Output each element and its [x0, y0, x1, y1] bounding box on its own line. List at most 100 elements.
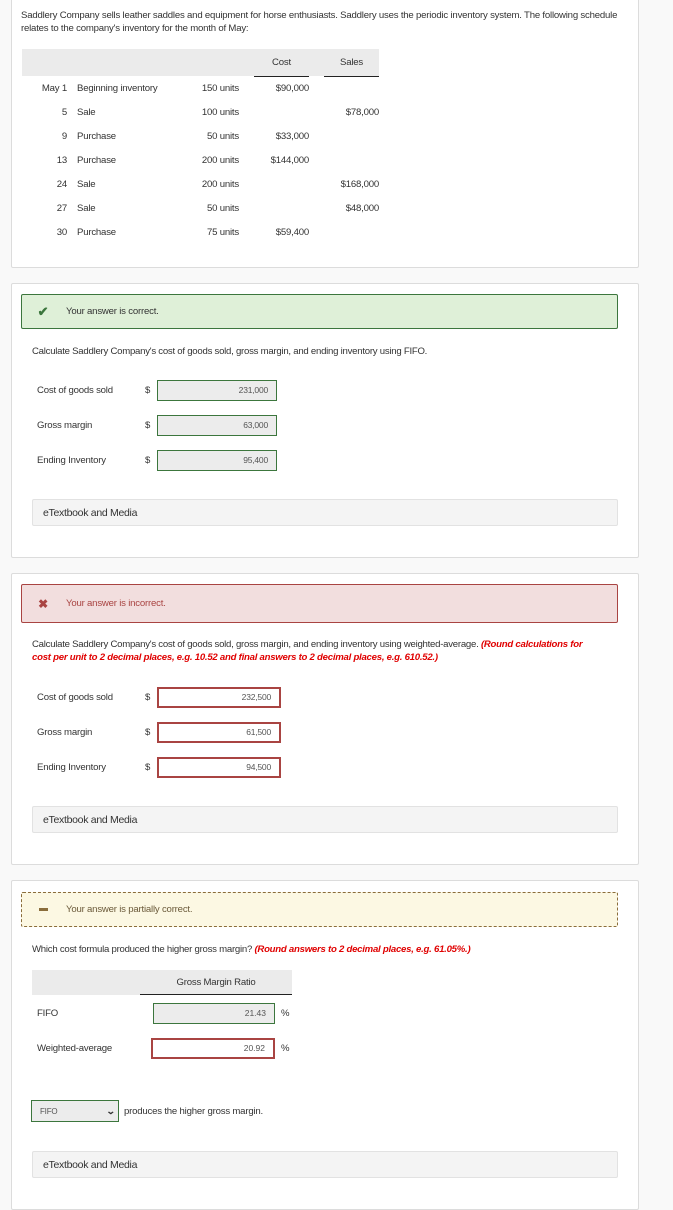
status-banner-correct: ✔ Your answer is correct.: [21, 294, 618, 329]
gross-margin-question: Which cost formula produced the higher g…: [32, 944, 471, 955]
schedule-row: May 1 Beginning inventory 150 units $90,…: [22, 76, 379, 100]
row-units: 150 units: [201, 82, 239, 94]
row-date: 24: [56, 178, 67, 190]
currency-symbol: $: [145, 726, 151, 738]
field-label: Cost of goods sold: [37, 384, 113, 396]
row-date: 13: [56, 154, 67, 166]
schedule-row: 5 Sale 100 units $78,000: [22, 100, 379, 124]
fifo-ending-inventory-row: Ending Inventory $: [37, 449, 277, 471]
row-desc: Purchase: [77, 130, 116, 142]
header-gross-margin-ratio: Gross Margin Ratio: [140, 970, 292, 995]
currency-symbol: $: [145, 454, 151, 466]
fifo-gross-margin-row: Gross margin $: [37, 414, 277, 436]
row-date: 30: [56, 226, 67, 238]
row-desc: Beginning inventory: [77, 82, 158, 94]
row-desc: Purchase: [77, 226, 116, 238]
row-sales: $78,000: [345, 106, 379, 118]
fifo-cogs-row: Cost of goods sold $: [37, 379, 277, 401]
row-cost: $144,000: [270, 154, 310, 166]
chevron-down-icon: ⌄: [105, 1105, 116, 1116]
currency-symbol: $: [145, 761, 151, 773]
wavg-gross-margin-input[interactable]: [157, 721, 281, 743]
cost-formula-select[interactable]: FIFO ⌄: [31, 1100, 119, 1122]
header-sales: Sales: [324, 49, 379, 77]
schedule-row: 27 Sale 50 units $48,000: [22, 196, 379, 220]
row-cost: [254, 196, 309, 220]
header-cost: Cost: [254, 49, 309, 77]
status-text: Your answer is correct.: [66, 306, 159, 317]
ratio-label: Weighted-average: [37, 1042, 113, 1054]
etextbook-media-button[interactable]: eTextbook and Media: [32, 1151, 618, 1178]
row-sales: [324, 148, 379, 172]
minus-icon: [34, 908, 52, 911]
row-date: 27: [56, 202, 67, 214]
wavg-cogs-row: Cost of goods sold $: [37, 686, 281, 708]
status-banner-partial: Your answer is partially correct.: [21, 892, 618, 927]
x-icon: ✖: [38, 596, 48, 611]
fifo-ending-inventory-input[interactable]: [157, 449, 277, 471]
field-label: Gross margin: [37, 726, 93, 738]
field-label: Ending Inventory: [37, 761, 106, 773]
row-desc: Purchase: [77, 154, 116, 166]
schedule-row: 13 Purchase 200 units $144,000: [22, 148, 379, 172]
inventory-schedule-table: Cost Sales May 1 Beginning inventory 150…: [22, 49, 379, 244]
row-cost: [254, 172, 309, 196]
fifo-cogs-input[interactable]: [157, 379, 277, 401]
fifo-gross-margin-input[interactable]: [157, 414, 277, 436]
field-label: Gross margin: [37, 419, 93, 431]
currency-symbol: $: [145, 419, 151, 431]
row-sales: [324, 76, 379, 100]
fifo-ratio-input[interactable]: [153, 1002, 275, 1024]
row-desc: Sale: [77, 178, 96, 190]
schedule-row: 30 Purchase 75 units $59,400: [22, 220, 379, 244]
check-icon: ✔: [37, 303, 49, 319]
currency-symbol: $: [145, 691, 151, 703]
schedule-row: 24 Sale 200 units $168,000: [22, 172, 379, 196]
row-units: 200 units: [201, 154, 239, 166]
weighted-average-ratio-input[interactable]: [151, 1037, 275, 1059]
row-desc: Sale: [77, 106, 96, 118]
percent-sign: %: [281, 1042, 290, 1054]
etextbook-media-button[interactable]: eTextbook and Media: [32, 499, 618, 526]
rounding-hint: (Round answers to 2 decimal places, e.g.…: [254, 944, 471, 955]
wavg-ending-inventory-input[interactable]: [157, 756, 281, 778]
ratio-label: FIFO: [37, 1007, 59, 1019]
row-units: 200 units: [201, 178, 239, 190]
schedule-header-row: Cost Sales: [22, 49, 379, 77]
fifo-question: Calculate Saddlery Company's cost of goo…: [32, 346, 428, 357]
field-label: Cost of goods sold: [37, 691, 113, 703]
status-text: Your answer is partially correct.: [66, 904, 193, 915]
row-sales: [324, 124, 379, 148]
weighted-average-question: Calculate Saddlery Company's cost of goo…: [32, 639, 583, 663]
row-units: 75 units: [206, 226, 239, 238]
row-desc: Sale: [77, 202, 96, 214]
wavg-ending-inventory-row: Ending Inventory $: [37, 756, 281, 778]
row-sales: [324, 220, 379, 244]
higher-margin-select-row: FIFO ⌄ produces the higher gross margin.: [31, 1100, 263, 1122]
row-cost: $59,400: [275, 226, 309, 238]
schedule-row: 9 Purchase 50 units $33,000: [22, 124, 379, 148]
row-sales: $48,000: [345, 202, 379, 214]
row-cost: $33,000: [275, 130, 309, 142]
select-value: FIFO: [40, 1106, 58, 1116]
row-sales: $168,000: [340, 178, 380, 190]
row-date: May 1: [41, 82, 67, 94]
row-units: 50 units: [206, 130, 239, 142]
row-date: 9: [61, 130, 67, 142]
ratio-row-fifo: FIFO %: [37, 1002, 290, 1024]
wavg-cogs-input[interactable]: [157, 686, 281, 708]
row-date: 5: [61, 106, 67, 118]
select-suffix: produces the higher gross margin.: [124, 1105, 263, 1117]
row-units: 100 units: [201, 106, 239, 118]
row-units: 50 units: [206, 202, 239, 214]
row-cost: $90,000: [275, 82, 309, 94]
field-label: Ending Inventory: [37, 454, 106, 466]
etextbook-media-button[interactable]: eTextbook and Media: [32, 806, 618, 833]
row-cost: [254, 100, 309, 124]
ratio-row-weighted-average: Weighted-average %: [37, 1037, 290, 1059]
wavg-gross-margin-row: Gross margin $: [37, 721, 281, 743]
problem-intro: Saddlery Company sells leather saddles a…: [21, 10, 618, 34]
currency-symbol: $: [145, 384, 151, 396]
percent-sign: %: [281, 1007, 290, 1019]
status-text: Your answer is incorrect.: [66, 598, 166, 609]
